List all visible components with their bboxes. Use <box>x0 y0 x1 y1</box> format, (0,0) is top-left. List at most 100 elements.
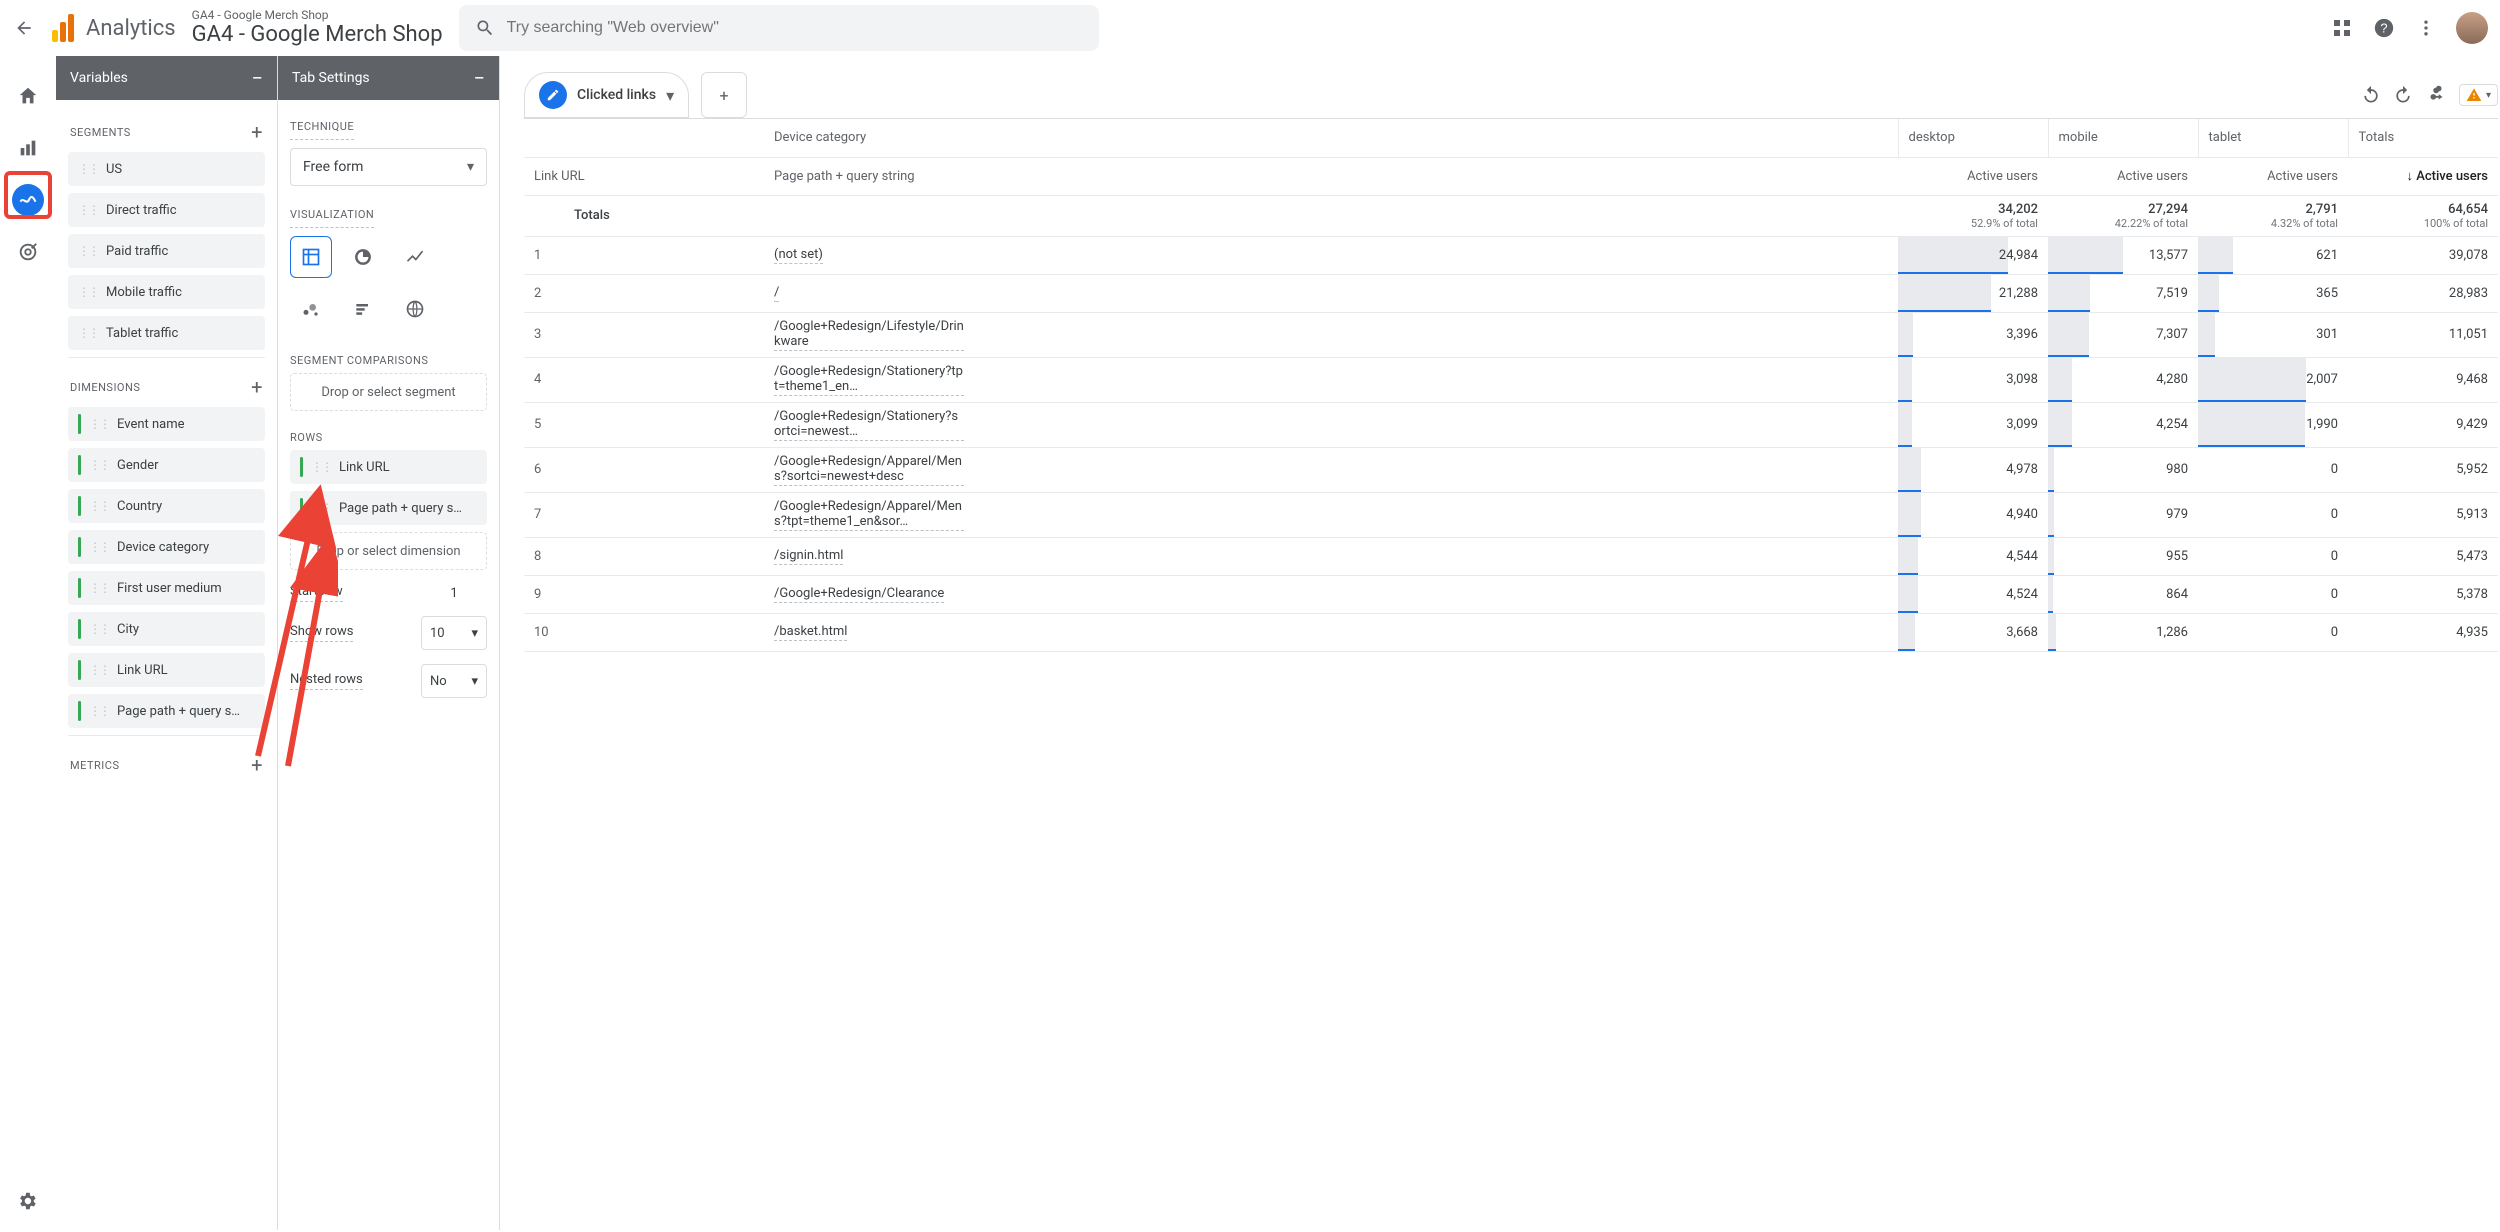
hdr-active-users-1[interactable]: Active users <box>1898 157 2048 195</box>
drag-grip-icon: ⋮⋮ <box>89 663 109 677</box>
viz-geo[interactable] <box>394 288 436 330</box>
svg-text:?: ? <box>2380 21 2387 36</box>
add-segment-button[interactable]: + <box>251 120 263 144</box>
viz-scatter[interactable] <box>290 288 332 330</box>
chevron-down-icon: ▾ <box>467 159 474 175</box>
analytics-label: Analytics <box>86 16 176 41</box>
segcomp-dropzone[interactable]: Drop or select segment <box>290 373 487 411</box>
share-icon[interactable] <box>2425 84 2447 106</box>
dimensions-label: DIMENSIONS <box>70 381 140 394</box>
chip-label: City <box>117 622 139 637</box>
segment-chip[interactable]: ⋮⋮US <box>68 152 265 186</box>
collapse-icon[interactable]: − <box>252 66 263 90</box>
property-name: GA4 - Google Merch Shop <box>192 22 443 48</box>
collapse-icon[interactable]: − <box>474 66 485 90</box>
chip-label: Country <box>117 499 162 514</box>
variables-title: Variables <box>70 70 128 86</box>
hdr-active-users-2[interactable]: Active users <box>2048 157 2198 195</box>
hdr-desktop[interactable]: desktop <box>1898 119 2048 157</box>
viz-line[interactable] <box>394 236 436 278</box>
add-tab-button[interactable]: + <box>701 72 747 118</box>
segment-chip[interactable]: ⋮⋮Direct traffic <box>68 193 265 227</box>
avatar[interactable] <box>2456 12 2488 44</box>
viz-donut[interactable] <box>342 236 384 278</box>
more-vert-icon[interactable] <box>2414 16 2438 40</box>
row-chip[interactable]: ⋮⋮Page path + query s… <box>290 491 487 525</box>
table-row[interactable]: 10/basket.html3,6681,28604,935 <box>524 613 2498 651</box>
table-row[interactable]: 1(not set)24,98413,57762139,078 <box>524 236 2498 274</box>
metrics-label: METRICS <box>70 759 120 772</box>
hdr-link-url[interactable]: Link URL <box>524 157 764 195</box>
nav-admin[interactable] <box>16 1190 38 1212</box>
totals-row: Totals 34,20252.9% of total 27,29442.22%… <box>524 195 2498 236</box>
table-row[interactable]: 4/Google+Redesign/Stationery?tpt=theme1_… <box>524 357 2498 402</box>
segment-chip[interactable]: ⋮⋮Paid traffic <box>68 234 265 268</box>
undo-icon[interactable] <box>2361 85 2381 105</box>
search-bar[interactable] <box>459 5 1099 51</box>
row-chip[interactable]: ⋮⋮Link URL <box>290 450 487 484</box>
technique-label: TECHNIQUE <box>290 112 354 140</box>
chip-label: Paid traffic <box>106 244 168 259</box>
technique-value: Free form <box>303 159 363 175</box>
apps-icon[interactable] <box>2330 16 2354 40</box>
table-row[interactable]: 9/Google+Redesign/Clearance4,52486405,37… <box>524 575 2498 613</box>
exploration-canvas: Clicked links ▾ + ▾ Device category desk… <box>500 56 2500 1230</box>
show-rows-label: Show rows <box>290 624 353 642</box>
header-actions: ? <box>2330 12 2488 44</box>
hdr-active-users-total[interactable]: ↓ Active users <box>2348 157 2498 195</box>
segment-chip[interactable]: ⋮⋮Tablet traffic <box>68 316 265 350</box>
chevron-down-icon: ▾ <box>2486 90 2491 101</box>
rows-dropzone[interactable]: Drop or select dimension <box>290 532 487 570</box>
table-row[interactable]: 3/Google+Redesign/Lifestyle/Drinkware3,3… <box>524 312 2498 357</box>
dimension-chip[interactable]: ⋮⋮Link URL <box>68 653 265 687</box>
dimension-chip[interactable]: ⋮⋮City <box>68 612 265 646</box>
table-row[interactable]: 6/Google+Redesign/Apparel/Mens?sortci=ne… <box>524 447 2498 492</box>
add-metric-button[interactable]: + <box>251 753 263 777</box>
hdr-page-path[interactable]: Page path + query string <box>764 157 1898 195</box>
highlight-annotation <box>4 171 52 219</box>
hdr-tablet[interactable]: tablet <box>2198 119 2348 157</box>
add-dimension-button[interactable]: + <box>251 375 263 399</box>
table-row[interactable]: 2/21,2887,51936528,983 <box>524 274 2498 312</box>
viz-table[interactable] <box>290 236 332 278</box>
nav-home[interactable] <box>12 80 44 112</box>
property-selector[interactable]: GA4 - Google Merch Shop GA4 - Google Mer… <box>192 8 443 49</box>
dimension-chip[interactable]: ⋮⋮Page path + query s… <box>68 694 265 728</box>
dimension-chip[interactable]: ⋮⋮Event name <box>68 407 265 441</box>
viz-bar[interactable] <box>342 288 384 330</box>
chevron-down-icon: ▾ <box>471 674 478 689</box>
redo-icon[interactable] <box>2393 85 2413 105</box>
hdr-totals[interactable]: Totals <box>2348 119 2498 157</box>
tab-clicked-links[interactable]: Clicked links ▾ <box>524 72 689 118</box>
start-row-value[interactable]: 1 <box>421 586 487 601</box>
nav-reports[interactable] <box>12 132 44 164</box>
table-row[interactable]: 8/signin.html4,54495505,473 <box>524 537 2498 575</box>
dimension-chip[interactable]: ⋮⋮Device category <box>68 530 265 564</box>
technique-dropdown[interactable]: Free form ▾ <box>290 148 487 186</box>
help-icon[interactable]: ? <box>2372 16 2396 40</box>
show-rows-select[interactable]: 10▾ <box>421 616 487 650</box>
settings-title: Tab Settings <box>292 70 370 86</box>
table-row[interactable]: 7/Google+Redesign/Apparel/Mens?tpt=theme… <box>524 492 2498 537</box>
nested-rows-select[interactable]: No▾ <box>421 664 487 698</box>
analytics-logo-icon <box>52 14 74 42</box>
variables-panel: Variables − SEGMENTS + ⋮⋮US ⋮⋮Direct traf… <box>56 56 278 1230</box>
hdr-device-category[interactable]: Device category <box>764 119 1898 157</box>
segment-chip[interactable]: ⋮⋮Mobile traffic <box>68 275 265 309</box>
nav-advertising[interactable] <box>12 236 44 268</box>
dimension-chip[interactable]: ⋮⋮Gender <box>68 448 265 482</box>
table-row[interactable]: 5/Google+Redesign/Stationery?sortci=newe… <box>524 402 2498 447</box>
dimension-chip[interactable]: ⋮⋮Country <box>68 489 265 523</box>
back-button[interactable] <box>12 16 36 40</box>
drag-grip-icon: ⋮⋮ <box>89 540 109 554</box>
sampling-warning[interactable]: ▾ <box>2459 84 2498 106</box>
drag-grip-icon: ⋮⋮ <box>78 285 98 299</box>
search-input[interactable] <box>507 19 1083 37</box>
hdr-active-users-3[interactable]: Active users <box>2198 157 2348 195</box>
viz-label: VISUALIZATION <box>290 200 374 228</box>
chevron-down-icon[interactable]: ▾ <box>666 86 674 105</box>
tab-settings-panel: Tab Settings − TECHNIQUE Free form ▾ VIS… <box>278 56 500 1230</box>
segments-label: SEGMENTS <box>70 126 131 139</box>
hdr-mobile[interactable]: mobile <box>2048 119 2198 157</box>
dimension-chip[interactable]: ⋮⋮First user medium <box>68 571 265 605</box>
